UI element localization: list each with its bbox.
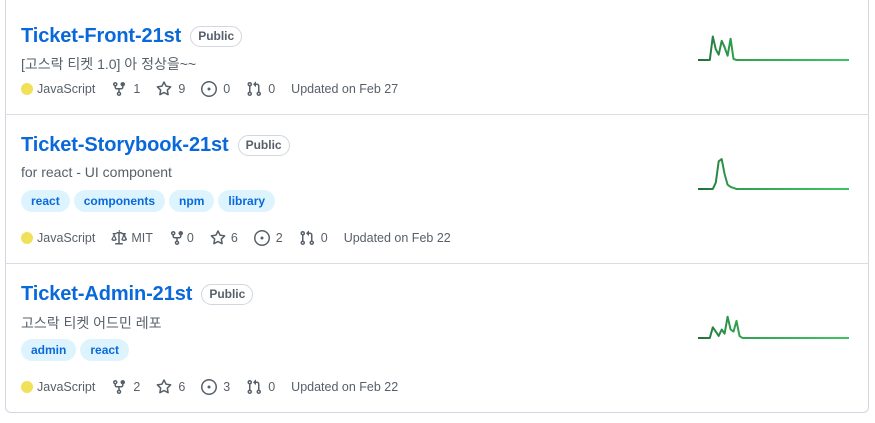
repo-meta: JavaScript 1 9 0 0 Updated on Feb 27 xyxy=(21,81,414,97)
activity-sparkline xyxy=(696,26,851,62)
license-link[interactable]: MIT xyxy=(111,230,153,246)
repo-description: for react - UI component xyxy=(21,164,172,180)
activity-sparkline xyxy=(696,304,851,340)
stars-link[interactable]: 9 xyxy=(156,81,185,97)
stars-count: 6 xyxy=(230,231,238,245)
repo-title-row: Ticket-Front-21st Public xyxy=(21,25,243,48)
activity-graph xyxy=(698,35,849,61)
stars-link[interactable]: 6 xyxy=(156,379,185,395)
repo-meta: JavaScript MIT 0 6 2 0 Updated on Feb 22 xyxy=(21,230,467,246)
activity-line xyxy=(698,315,849,339)
activity-line xyxy=(698,158,849,190)
forks-count: 0 xyxy=(186,231,194,245)
repo-description: [고스락 티켓 1.0] 아 정상을~~ xyxy=(21,56,197,72)
repo-item: Ticket-Front-21st Public [고스락 티켓 1.0] 아 … xyxy=(5,0,869,115)
stars-link[interactable]: 6 xyxy=(210,230,238,246)
language-name: JavaScript xyxy=(37,231,96,245)
pulls-count: 0 xyxy=(320,231,328,245)
activity-graph xyxy=(698,315,849,339)
repo-meta: JavaScript 2 6 3 0 Updated on Feb 22 xyxy=(21,379,414,395)
issues-link[interactable]: 0 xyxy=(201,81,230,97)
pulls-count: 0 xyxy=(268,82,276,96)
repo-description: 고스락 티켓 어드민 레포 xyxy=(21,315,162,331)
activity-sparkline xyxy=(696,155,851,191)
updated-at: Updated on Feb 22 xyxy=(291,380,399,394)
issues-count: 2 xyxy=(275,231,283,245)
updated-at: Updated on Feb 27 xyxy=(291,82,399,96)
repo-title-row: Ticket-Storybook-21st Public xyxy=(21,134,290,157)
issues-count: 0 xyxy=(223,82,231,96)
language-name: JavaScript xyxy=(37,380,96,394)
stars-count: 9 xyxy=(178,82,186,96)
star-icon xyxy=(156,81,172,97)
forks-link[interactable]: 0 xyxy=(169,230,194,246)
language-name: JavaScript xyxy=(37,82,96,96)
stars-count: 6 xyxy=(178,380,186,394)
issues-count: 3 xyxy=(223,380,231,394)
topic-list: react components npm library xyxy=(21,190,276,212)
topic-tag[interactable]: admin xyxy=(21,339,77,361)
topic-tag[interactable]: components xyxy=(73,190,166,212)
language: JavaScript xyxy=(21,231,95,245)
pulls-link[interactable]: 0 xyxy=(299,230,328,246)
pulls-link[interactable]: 0 xyxy=(246,81,275,97)
pulls-count: 0 xyxy=(268,380,276,394)
issue-icon xyxy=(201,81,218,97)
activity-line xyxy=(698,35,849,61)
fork-icon xyxy=(169,230,185,246)
updated-at: Updated on Feb 22 xyxy=(343,231,451,245)
repo-name-link[interactable]: Ticket-Front-21st xyxy=(21,25,181,48)
repo-item: Ticket-Admin-21st Public 고스락 티켓 어드민 레포 a… xyxy=(5,264,869,413)
issue-icon xyxy=(253,230,270,246)
topic-list: admin react xyxy=(21,339,130,361)
language: JavaScript xyxy=(21,82,95,96)
forks-count: 1 xyxy=(133,82,141,96)
star-icon xyxy=(210,230,226,246)
pulls-link[interactable]: 0 xyxy=(246,379,275,395)
forks-link[interactable]: 2 xyxy=(111,379,140,395)
fork-icon xyxy=(111,81,127,97)
visibility-badge: Public xyxy=(201,284,254,305)
pull-request-icon xyxy=(246,379,262,395)
repo-name-link[interactable]: Ticket-Storybook-21st xyxy=(21,134,229,157)
issues-link[interactable]: 2 xyxy=(253,230,283,246)
repo-name-link[interactable]: Ticket-Admin-21st xyxy=(21,283,192,306)
language-color-dot xyxy=(21,232,33,244)
activity-graph xyxy=(698,158,849,190)
issue-icon xyxy=(201,379,218,395)
star-icon xyxy=(156,379,172,395)
forks-link[interactable]: 1 xyxy=(111,81,140,97)
topic-tag[interactable]: react xyxy=(21,190,70,212)
fork-icon xyxy=(111,379,127,395)
visibility-badge: Public xyxy=(237,135,290,156)
issues-link[interactable]: 3 xyxy=(201,379,230,395)
forks-count: 2 xyxy=(133,380,141,394)
language-color-dot xyxy=(21,83,33,95)
license-name: MIT xyxy=(131,231,153,245)
language-color-dot xyxy=(21,381,33,393)
visibility-badge: Public xyxy=(190,26,243,47)
topic-tag[interactable]: library xyxy=(218,190,276,212)
topic-tag[interactable]: npm xyxy=(169,190,215,212)
repo-title-row: Ticket-Admin-21st Public xyxy=(21,283,254,306)
topic-tag[interactable]: react xyxy=(80,339,130,361)
law-icon xyxy=(111,230,128,246)
pull-request-icon xyxy=(246,81,262,97)
pull-request-icon xyxy=(299,230,315,246)
language: JavaScript xyxy=(21,380,95,394)
repo-item: Ticket-Storybook-21st Public for react -… xyxy=(5,115,869,264)
